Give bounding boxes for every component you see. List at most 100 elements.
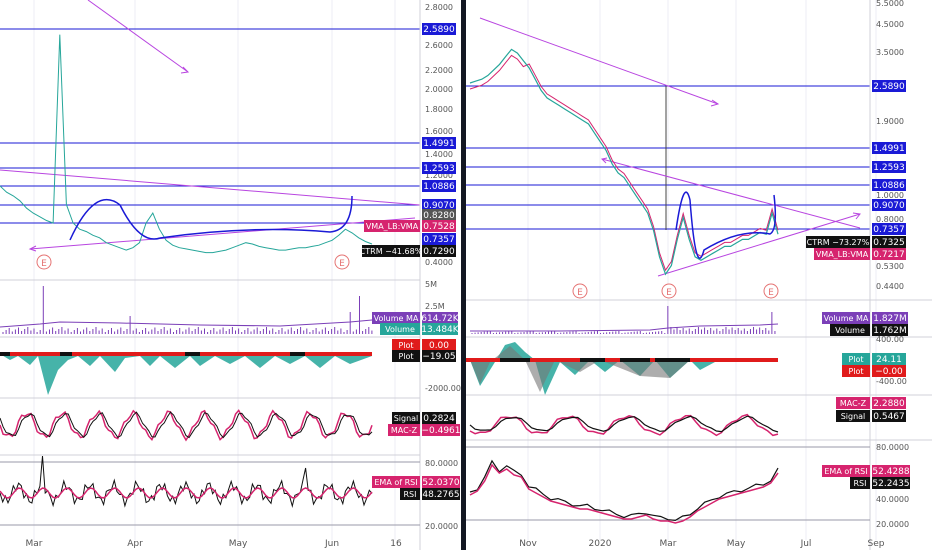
legend-value: 13.484K	[421, 325, 459, 335]
legend-value: −19.05	[422, 352, 455, 362]
legend-value: 1.827M	[873, 314, 907, 324]
level-label: 1.4991	[423, 139, 455, 149]
axis-tick: 1.8000	[425, 105, 453, 114]
pane-divider[interactable]	[461, 0, 466, 550]
time-tick: Mar	[26, 539, 43, 549]
time-tick: 16	[390, 539, 402, 549]
right-price-labels: 2.5890 1.4991 1.2593 1.0886 0.9070 0.735…	[806, 80, 906, 260]
legend-value: 52.0370	[422, 478, 459, 488]
price-label: 0.7528	[423, 222, 455, 232]
vma-tag: VMA_LB:VMA	[366, 222, 419, 231]
time-tick: Nov	[519, 539, 537, 549]
left-signal-line	[0, 411, 373, 439]
left-time-axis: Mar Apr May Jun 16	[26, 539, 402, 549]
axis-tick: 0.8000	[876, 215, 904, 224]
time-tick: Jul	[800, 539, 812, 549]
axis-tick: 3.5000	[876, 48, 904, 57]
right-rsi-panel: 80.0000 40.0000 20.0000 EMA of RSI 52.42…	[466, 439, 932, 529]
right-price-panel: E E E	[466, 0, 877, 540]
axis-tick: 2.8000	[425, 3, 453, 12]
legend-value: 48.2765	[422, 490, 459, 500]
axis-tick: -2000.00	[425, 384, 461, 393]
legend-value: 0.5467	[873, 412, 905, 422]
right-macz-panel: MAC-Z 2.2880 Signal 0.5467	[466, 394, 932, 437]
legend-tag: Plot	[398, 352, 413, 361]
legend-tag: Volume	[835, 326, 865, 335]
axis-tick: 2.6000	[425, 41, 453, 50]
left-osc-panel: -2000.00 Plot 0.00 Plot −19.05	[0, 336, 461, 395]
event-marker: E	[41, 259, 47, 269]
axis-tick: 0.5300	[876, 262, 904, 271]
level-label: 1.2593	[423, 164, 455, 174]
price-label: 0.8280	[423, 211, 455, 221]
left-price-panel: E E	[0, 0, 421, 540]
time-tick: May	[727, 539, 746, 549]
legend-tag: RSI	[404, 490, 417, 499]
axis-tick: 1.0000	[876, 191, 904, 200]
vma-tag: VMA_LB:VMA	[816, 250, 869, 259]
right-osc-area-grey	[470, 346, 690, 392]
legend-tag: Volume MA	[374, 314, 419, 323]
legend-value: 24.11	[876, 355, 902, 365]
legend-value: 0.2824	[423, 414, 455, 424]
axis-tick: 20.0000	[425, 522, 458, 531]
axis-tick: 20.0000	[876, 520, 909, 529]
axis-tick: 2.2000	[425, 66, 453, 75]
time-tick: May	[229, 539, 248, 549]
price-label: 0.7325	[873, 238, 905, 248]
axis-tick: 40.0000	[876, 495, 909, 504]
time-tick: Apr	[127, 539, 143, 549]
axis-tick: 80.0000	[425, 459, 458, 468]
legend-tag: RSI	[854, 479, 867, 488]
chart-root: E E 2.8000 2.6000 2.2000 2.0000 1.8000 1…	[0, 0, 932, 550]
left-volume-ma-line	[0, 319, 373, 328]
level-label: 1.0886	[873, 181, 905, 191]
level-label: 1.2593	[873, 163, 905, 173]
level-label: 2.5890	[423, 25, 455, 35]
left-osc-area	[0, 354, 372, 395]
left-volume-panel: 5M 2.5M Volume MA 614.72K Volume 13.484K	[0, 279, 460, 335]
level-label: 1.4991	[873, 144, 905, 154]
axis-tick: 2.5M	[425, 302, 445, 311]
legend-value: −0.00	[875, 367, 903, 377]
level-label: 1.0886	[423, 182, 455, 192]
axis-tick: 80.0000	[876, 443, 909, 452]
axis-tick: 5.5000	[876, 0, 904, 8]
axis-tick: 0.4400	[876, 282, 904, 291]
event-marker: E	[666, 288, 672, 298]
right-ema-rsi-line	[469, 463, 779, 524]
event-marker: E	[577, 288, 583, 298]
right-rsi-line	[469, 459, 779, 522]
legend-tag: Plot	[398, 341, 413, 350]
right-trendlines	[479, 17, 861, 277]
legend-value: 52.2435	[872, 479, 909, 489]
axis-tick: 400.00	[876, 335, 904, 344]
legend-value: 614.72K	[421, 314, 459, 324]
right-arc	[675, 191, 777, 259]
legend-value: −0.4961	[421, 426, 460, 436]
time-tick: Mar	[660, 539, 677, 549]
level-label: 0.7357	[423, 235, 455, 245]
time-tick: 2020	[589, 539, 612, 549]
right-volume-panel: Volume MA 1.827M Volume 1.762M	[466, 299, 932, 336]
event-marker: E	[768, 288, 774, 298]
axis-tick: 5M	[425, 280, 437, 289]
axis-tick: -400.00	[876, 377, 907, 386]
legend-tag: Volume MA	[824, 314, 869, 323]
level-label: 2.5890	[873, 82, 905, 92]
axis-tick: 1.4000	[425, 150, 453, 159]
chart-canvas: E E 2.8000 2.6000 2.2000 2.0000 1.8000 1…	[0, 0, 932, 550]
axis-tick: 1.9000	[876, 117, 904, 126]
time-tick: Sep	[868, 539, 885, 549]
left-rsi-panel: 80.0000 20.0000 EMA of RSI 52.0370 RSI 4…	[0, 454, 460, 531]
axis-tick: 0.4000	[425, 258, 453, 267]
right-time-axis: Nov 2020 Mar May Jul Sep	[519, 539, 885, 549]
right-price-line	[469, 48, 779, 276]
ctrm-tag: CTRM −73.27%	[807, 238, 870, 247]
axis-tick: 1.6000	[425, 127, 453, 136]
axis-tick: 4.5000	[876, 20, 904, 29]
right-ma-line	[469, 54, 779, 272]
ctrm-tag: CTRM −41.68%	[360, 247, 423, 256]
legend-tag: Signal	[841, 412, 866, 421]
legend-tag: Volume	[385, 325, 415, 334]
